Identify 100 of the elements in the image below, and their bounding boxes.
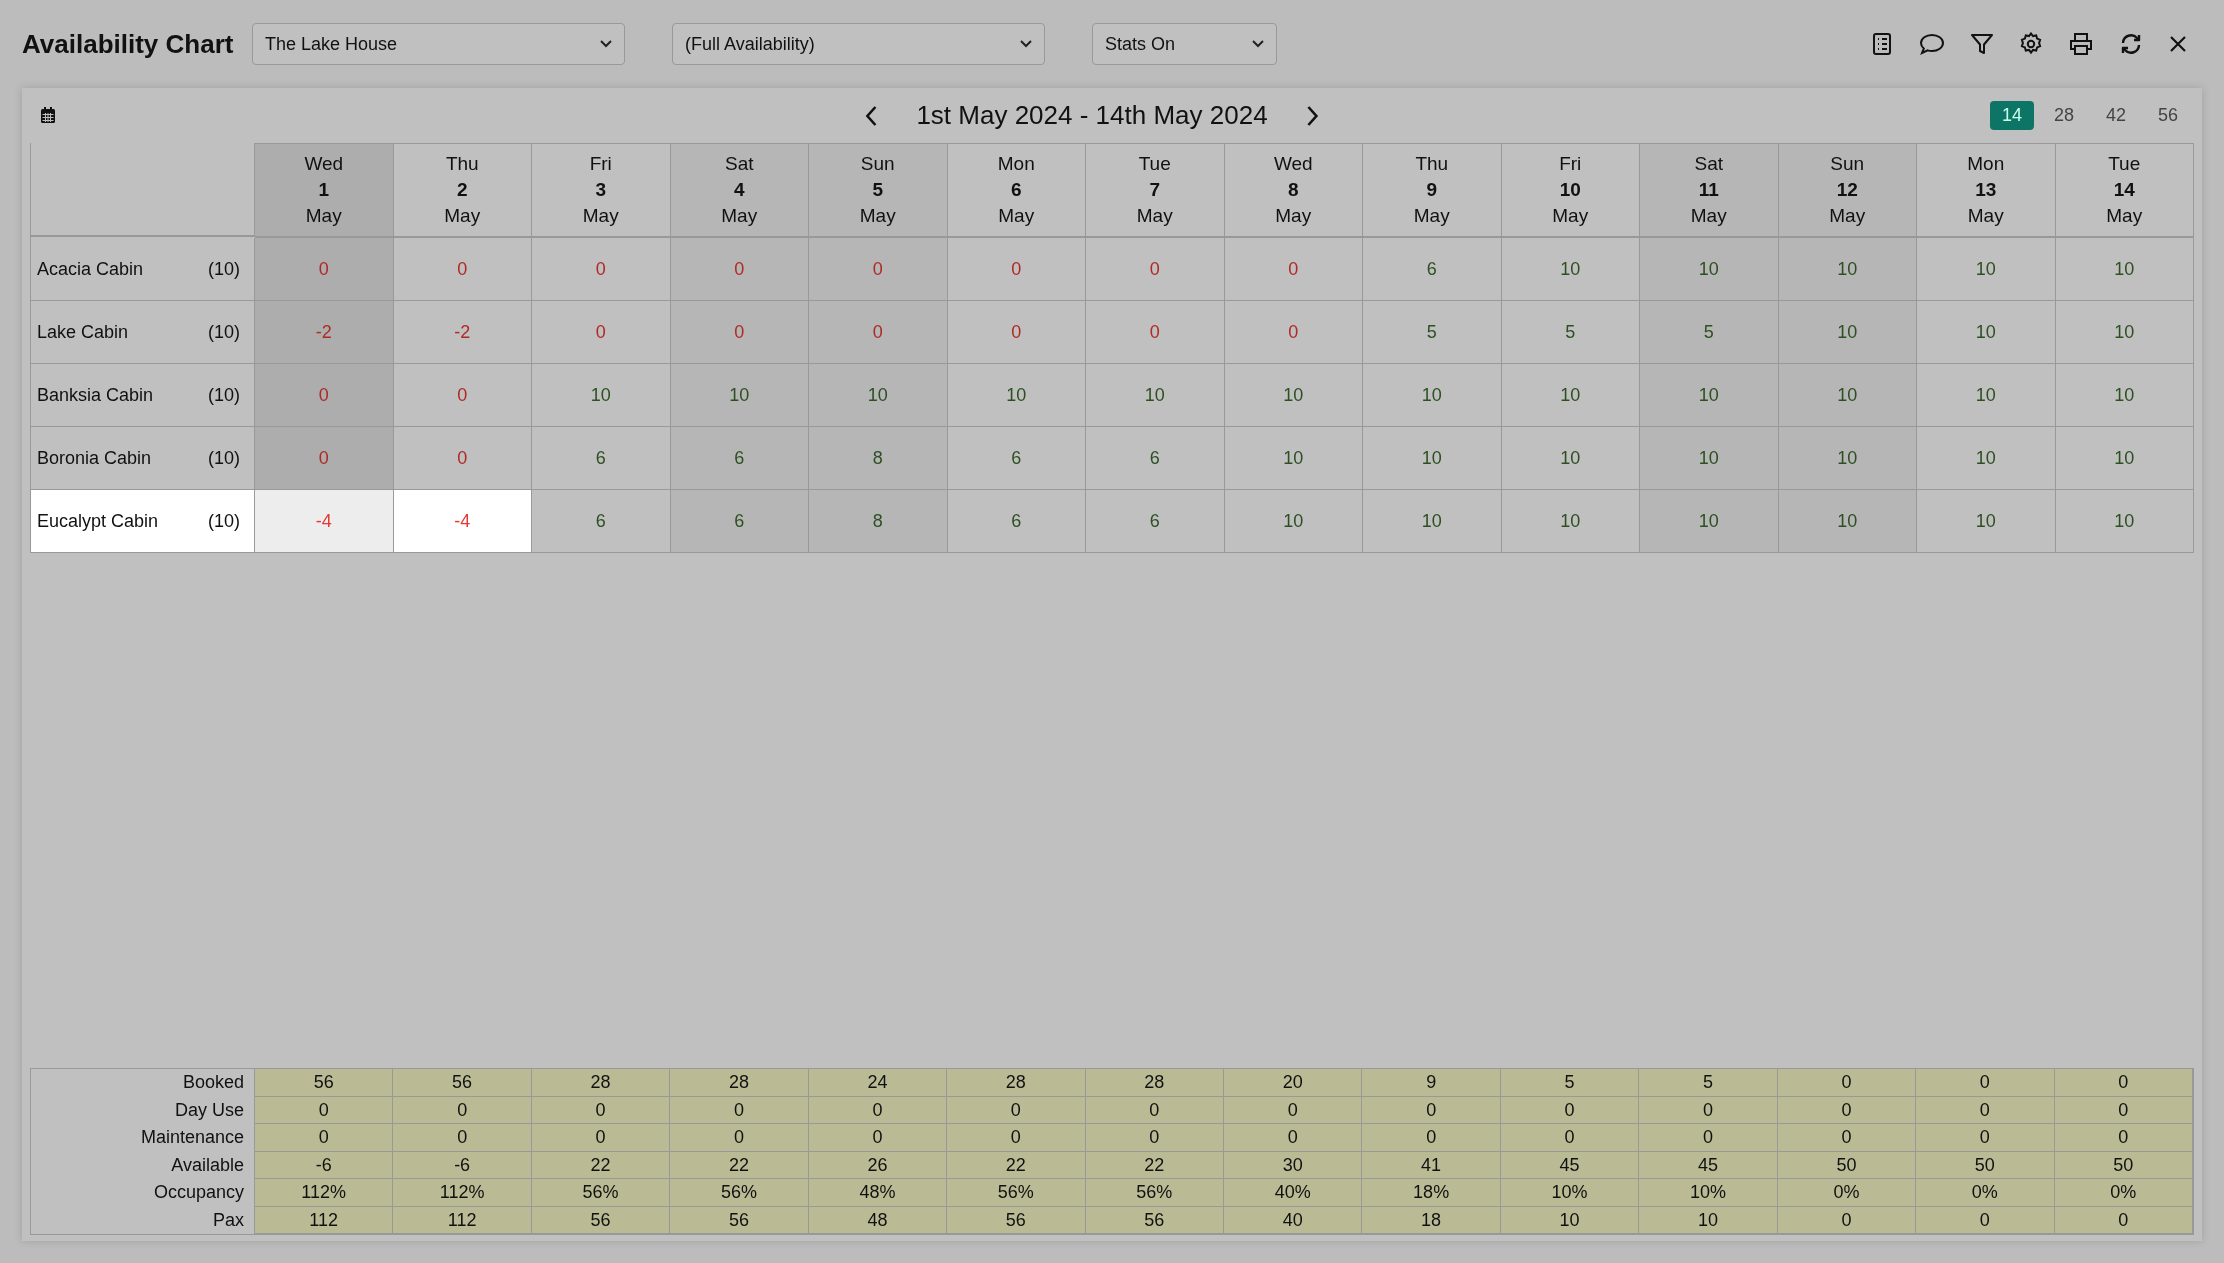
range-option[interactable]: 28	[2041, 101, 2086, 130]
previous-icon[interactable]	[864, 104, 879, 127]
availability-cell[interactable]: 10	[1640, 490, 1779, 553]
availability-cell[interactable]: 0	[255, 238, 394, 301]
availability-cell[interactable]: 0	[809, 301, 948, 364]
availability-cell[interactable]: 10	[1778, 427, 1917, 490]
stat-cell: 5	[1500, 1069, 1640, 1097]
availability-cell[interactable]: 0	[393, 364, 532, 427]
availability-cell[interactable]: 6	[1363, 238, 1502, 301]
availability-cell[interactable]: 10	[1778, 490, 1917, 553]
availability-cell[interactable]: 10	[670, 364, 809, 427]
availability-cell[interactable]: 10	[1917, 238, 2056, 301]
availability-cell[interactable]: 0	[670, 238, 809, 301]
availability-cell[interactable]: 10	[947, 364, 1086, 427]
next-icon[interactable]	[1305, 104, 1320, 127]
chevron-down-icon	[600, 40, 612, 48]
availability-cell[interactable]: -4	[393, 490, 532, 553]
refresh-icon[interactable]	[2119, 32, 2143, 56]
availability-cell[interactable]: 0	[947, 301, 1086, 364]
availability-cell[interactable]: 10	[1224, 490, 1363, 553]
property-select[interactable]: The Lake House	[252, 23, 625, 65]
stats-select[interactable]: Stats On	[1092, 23, 1277, 65]
calendar-icon[interactable]	[40, 107, 56, 124]
availability-cell[interactable]: 10	[2055, 238, 2194, 301]
availability-cell[interactable]: 5	[1640, 301, 1779, 364]
print-icon[interactable]	[2068, 32, 2094, 56]
availability-cell[interactable]: 10	[2055, 490, 2194, 553]
availability-cell[interactable]: 0	[947, 238, 1086, 301]
stat-cell: 0%	[1777, 1179, 1917, 1207]
day-header: Sun 5 May	[809, 143, 948, 238]
availability-cell[interactable]: 10	[2055, 301, 2194, 364]
availability-cell[interactable]: 10	[1917, 490, 2056, 553]
range-option[interactable]: 56	[2145, 101, 2190, 130]
availability-cell[interactable]: 10	[1640, 364, 1779, 427]
availability-cell[interactable]: 0	[670, 301, 809, 364]
stat-cell: 0	[1916, 1069, 2055, 1097]
availability-cell[interactable]: 6	[670, 427, 809, 490]
availability-cell[interactable]: 6	[670, 490, 809, 553]
availability-cell[interactable]: 0	[1086, 301, 1225, 364]
availability-cell[interactable]: 10	[1778, 364, 1917, 427]
availability-cell[interactable]: 0	[255, 364, 394, 427]
availability-select[interactable]: (Full Availability)	[672, 23, 1045, 65]
stat-cell: 28	[670, 1069, 809, 1097]
stat-cell: 45	[1639, 1151, 1778, 1179]
availability-cell[interactable]: 6	[1086, 490, 1225, 553]
stat-cell: 48%	[808, 1179, 948, 1207]
chevron-down-icon	[1252, 40, 1264, 48]
filter-icon[interactable]	[1970, 32, 1994, 56]
availability-cell[interactable]: -2	[255, 301, 394, 364]
stat-cell: 56%	[1085, 1179, 1224, 1207]
availability-cell[interactable]: 0	[532, 238, 671, 301]
availability-cell[interactable]: 0	[393, 238, 532, 301]
availability-cell[interactable]: 10	[2055, 364, 2194, 427]
checklist-icon[interactable]	[1870, 32, 1894, 56]
range-option[interactable]: 14	[1989, 101, 2034, 130]
availability-cell[interactable]: 0	[255, 427, 394, 490]
availability-cell[interactable]: 6	[1086, 427, 1225, 490]
availability-cell[interactable]: 10	[1640, 238, 1779, 301]
availability-cell[interactable]: 8	[809, 490, 948, 553]
day-header: Tue 14 May	[2055, 143, 2194, 238]
comment-icon[interactable]	[1919, 32, 1945, 56]
availability-cell[interactable]: 10	[1640, 427, 1779, 490]
availability-cell[interactable]: -2	[393, 301, 532, 364]
availability-cell[interactable]: 6	[532, 427, 671, 490]
stat-cell: 0	[2054, 1069, 2193, 1097]
availability-cell[interactable]: 10	[532, 364, 671, 427]
availability-cell[interactable]: 5	[1363, 301, 1502, 364]
availability-cell[interactable]: 10	[1224, 427, 1363, 490]
date-range: 1st May 2024 - 14th May 2024	[916, 100, 1268, 131]
availability-cell[interactable]: 6	[947, 490, 1086, 553]
stat-cell: 112	[393, 1206, 532, 1234]
availability-cell[interactable]: 6	[947, 427, 1086, 490]
availability-cell[interactable]: -4	[255, 490, 394, 553]
availability-cell[interactable]: 10	[1224, 364, 1363, 427]
availability-cell[interactable]: 10	[2055, 427, 2194, 490]
availability-cell[interactable]: 10	[1363, 490, 1502, 553]
stat-cell: 48	[808, 1206, 948, 1234]
close-icon[interactable]	[2168, 34, 2188, 54]
availability-cell[interactable]: 0	[809, 238, 948, 301]
availability-cell[interactable]: 10	[809, 364, 948, 427]
stat-cell: 0	[1777, 1096, 1917, 1124]
stat-cell: 50	[1777, 1151, 1917, 1179]
settings-icon[interactable]	[2019, 32, 2043, 56]
availability-cell[interactable]: 0	[1224, 301, 1363, 364]
availability-cell[interactable]: 10	[1917, 301, 2056, 364]
availability-cell[interactable]: 8	[809, 427, 948, 490]
availability-cell[interactable]: 10	[1917, 364, 2056, 427]
availability-cell[interactable]: 0	[1086, 238, 1225, 301]
stat-cell: 56	[1085, 1206, 1224, 1234]
availability-cell[interactable]: 10	[1778, 301, 1917, 364]
availability-cell[interactable]: 10	[1917, 427, 2056, 490]
availability-cell[interactable]: 0	[532, 301, 671, 364]
availability-cell[interactable]: 10	[1363, 364, 1502, 427]
availability-cell[interactable]: 0	[1224, 238, 1363, 301]
availability-cell[interactable]: 10	[1778, 238, 1917, 301]
stat-cell: 18	[1362, 1206, 1501, 1234]
range-option[interactable]: 42	[2093, 101, 2138, 130]
availability-cell[interactable]: 6	[532, 490, 671, 553]
availability-cell[interactable]: 10	[1086, 364, 1225, 427]
availability-cell[interactable]: 10	[1363, 427, 1502, 490]
